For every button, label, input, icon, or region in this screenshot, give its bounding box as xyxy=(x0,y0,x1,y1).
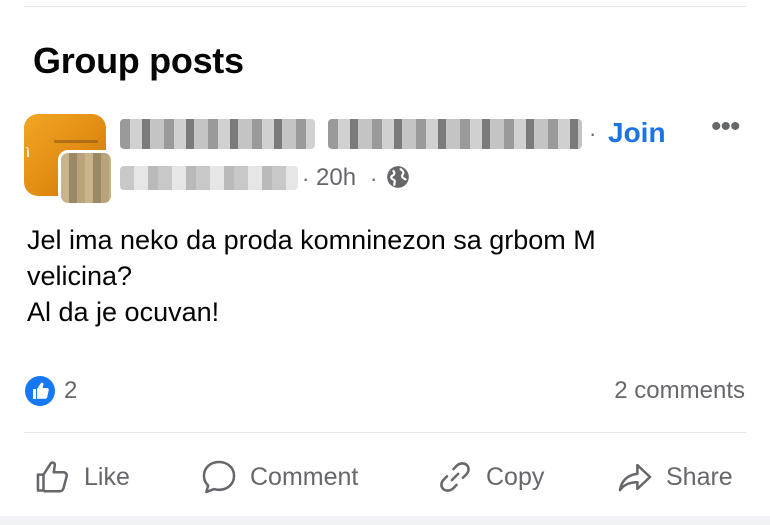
post-text-line: velicina? xyxy=(27,261,133,291)
copy-label: Copy xyxy=(486,462,545,491)
share-label: Share xyxy=(666,462,733,491)
actions-divider xyxy=(24,432,746,433)
join-button[interactable]: Join xyxy=(608,117,666,149)
avatar-logo-mark: ì xyxy=(26,144,30,160)
feed-separator xyxy=(0,516,770,525)
more-options-icon[interactable]: ••• xyxy=(711,112,740,142)
author-avatar[interactable] xyxy=(58,150,114,206)
separator-dot: · xyxy=(302,166,310,191)
comments-count[interactable]: 2 comments xyxy=(614,377,745,405)
post-timestamp[interactable]: 20h xyxy=(316,164,356,192)
redacted-group-name[interactable] xyxy=(328,119,582,149)
share-arrow-icon xyxy=(618,463,652,492)
post-body: Jel ima neko da proda komninezon sa grbo… xyxy=(27,222,596,330)
separator-dot: · xyxy=(589,121,597,146)
thumbs-up-icon xyxy=(36,461,69,493)
comment-button[interactable]: Comment xyxy=(200,455,358,499)
separator-dot: · xyxy=(370,166,378,191)
thumbs-up-reaction-icon[interactable] xyxy=(24,375,56,407)
like-label: Like xyxy=(84,462,130,491)
link-icon xyxy=(440,462,470,492)
share-button[interactable]: Share xyxy=(616,455,733,499)
reaction-count[interactable]: 2 xyxy=(64,377,77,405)
globe-icon xyxy=(387,166,409,188)
post-text-line: Jel ima neko da proda komninezon sa grbo… xyxy=(27,225,596,255)
redacted-subtitle xyxy=(120,166,298,190)
top-divider xyxy=(24,6,746,7)
copy-link-button[interactable]: Copy xyxy=(436,455,544,499)
post-text-line: Al da je ocuvan! xyxy=(27,297,220,327)
comment-label: Comment xyxy=(250,462,359,491)
redacted-author-name[interactable] xyxy=(120,119,315,149)
avatar-graphic xyxy=(54,140,98,143)
section-title: Group posts xyxy=(33,40,244,81)
speech-bubble-icon xyxy=(202,460,236,494)
like-button[interactable]: Like xyxy=(34,455,130,499)
